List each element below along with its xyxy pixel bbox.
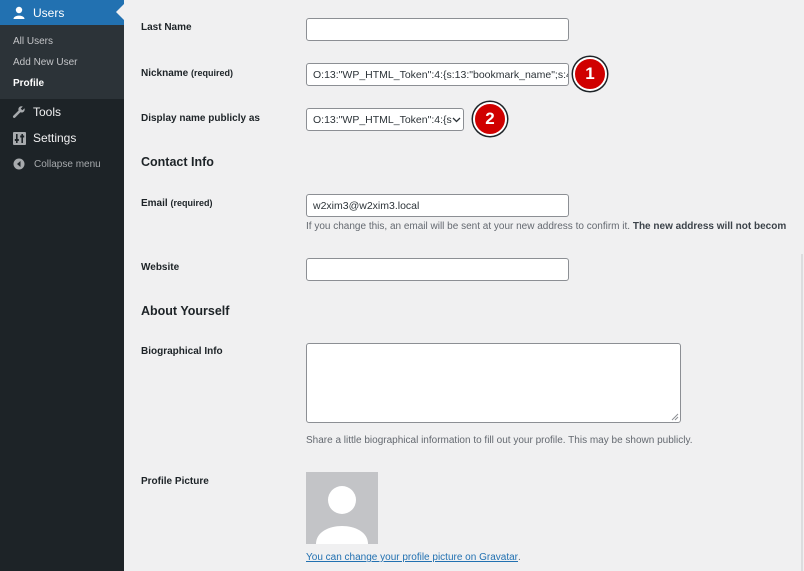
menu-users-label: Users — [33, 5, 65, 20]
email-required-note: (required) — [170, 198, 213, 208]
menu-settings[interactable]: Settings — [0, 125, 124, 151]
email-description: If you change this, an email will be sen… — [306, 221, 787, 232]
gravatar-link-suffix: . — [517, 552, 521, 563]
menu-tools-label: Tools — [33, 105, 62, 119]
about-yourself-heading: About Yourself — [141, 304, 230, 318]
bio-description: Share a little biographical information … — [306, 435, 693, 446]
gravatar-link[interactable]: You can change your profile picture on G… — [306, 552, 518, 563]
admin-sidebar: Users All Users Add New User Profile Too… — [0, 0, 124, 571]
website-label: Website — [141, 262, 180, 273]
collapse-menu-button[interactable]: Collapse menu — [0, 151, 124, 177]
bio-textarea[interactable] — [306, 343, 681, 423]
collapse-arrow-icon — [10, 158, 28, 170]
email-label: Email (required) — [141, 198, 213, 209]
user-icon — [10, 6, 28, 20]
last-name-label: Last Name — [141, 22, 192, 33]
website-input[interactable] — [306, 258, 569, 281]
menu-users[interactable]: Users — [0, 0, 124, 25]
wrench-icon — [10, 105, 28, 119]
default-avatar-icon — [316, 486, 368, 544]
submenu-all-users[interactable]: All Users — [13, 36, 53, 47]
menu-settings-label: Settings — [33, 131, 77, 145]
chevron-down-icon — [452, 114, 461, 126]
nickname-label: Nickname (required) — [141, 68, 234, 79]
settings-sliders-icon — [10, 131, 28, 145]
nickname-input[interactable]: O:13:"WP_HTML_Token":4:{s:13:"bookmark_n… — [306, 63, 569, 86]
profile-picture-label: Profile Picture — [141, 476, 209, 487]
annotation-marker-2: 2 — [473, 102, 507, 136]
avatar — [306, 472, 378, 544]
display-name-label: Display name publicly as — [141, 113, 260, 124]
display-name-selected: O:13:"WP_HTML_Token":4:{s — [313, 113, 452, 126]
nickname-required-note: (required) — [191, 68, 234, 78]
submenu-profile[interactable]: Profile — [13, 78, 44, 89]
bio-label: Biographical Info — [141, 346, 223, 357]
annotation-marker-1: 1 — [573, 57, 607, 91]
profile-form: Last Name Nickname (required) O:13:"WP_H… — [124, 0, 804, 571]
last-name-input[interactable] — [306, 18, 569, 41]
email-input[interactable]: w2xim3@w2xim3.local — [306, 194, 569, 217]
gravatar-link-wrapper: You can change your profile picture on G… — [306, 552, 521, 563]
collapse-menu-label: Collapse menu — [34, 158, 101, 170]
email-description-warning: The new address will not becom — [632, 221, 787, 232]
display-name-select[interactable]: O:13:"WP_HTML_Token":4:{s — [306, 108, 464, 131]
contact-info-heading: Contact Info — [141, 155, 214, 169]
content-edge-divider — [801, 254, 803, 571]
resize-grip-icon[interactable] — [671, 413, 679, 421]
menu-tools[interactable]: Tools — [0, 99, 124, 125]
submenu-add-new-user[interactable]: Add New User — [13, 57, 77, 68]
users-submenu: All Users Add New User Profile — [0, 25, 124, 99]
